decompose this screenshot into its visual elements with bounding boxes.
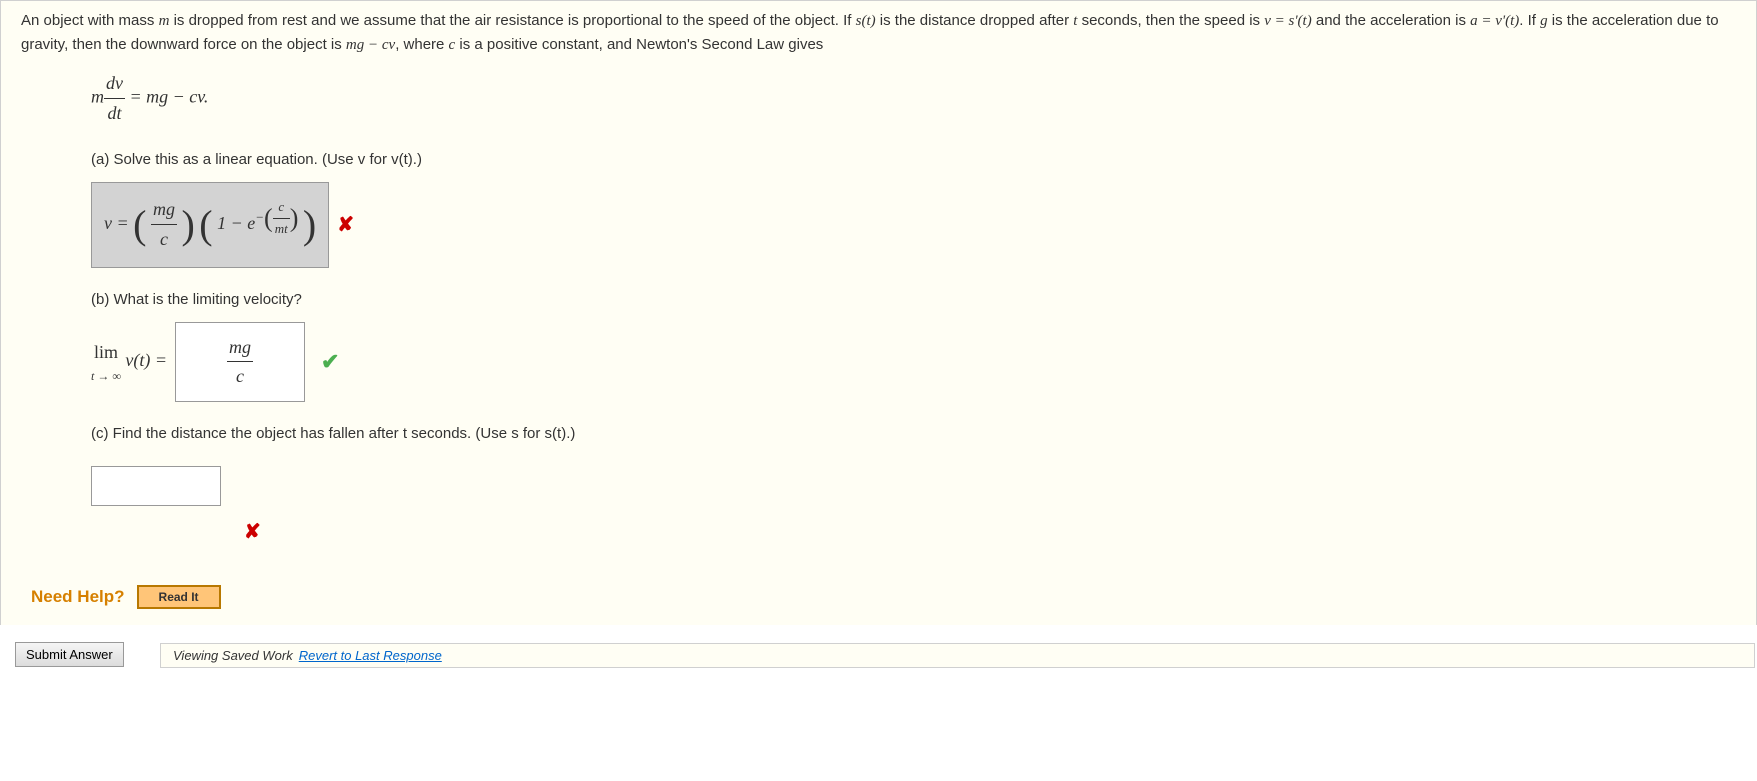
lim: lim bbox=[91, 338, 121, 367]
problem-intro: An object with mass m is dropped from re… bbox=[21, 9, 1736, 57]
rparen: ) bbox=[181, 202, 194, 247]
content-body: mdvdt = mg − cv. (a) Solve this as a lin… bbox=[91, 69, 1736, 548]
text: , where bbox=[395, 36, 448, 53]
part-a-answer-row: v = ( mg c ) ( 1 − e−(cmt) ) ✘ bbox=[91, 182, 1736, 268]
need-help-section: Need Help? Read It bbox=[31, 583, 1736, 610]
one-minus-e: 1 − e bbox=[217, 213, 255, 233]
lim-sub: t → ∞ bbox=[91, 367, 121, 386]
rparen2: ) bbox=[303, 202, 316, 247]
lparen2: ( bbox=[199, 202, 212, 247]
fraction-mg-c-b: mg c bbox=[227, 333, 253, 392]
text: is dropped from rest and we assume that … bbox=[169, 12, 855, 29]
text: An object with mass bbox=[21, 12, 159, 29]
eq-v: v = s'(t) bbox=[1264, 13, 1311, 29]
part-c-feedback: ✘ bbox=[236, 516, 1736, 548]
text: seconds, then the speed is bbox=[1077, 12, 1264, 29]
eq-rhs: = mg − cv. bbox=[125, 86, 208, 106]
part-a-answer-box[interactable]: v = ( mg c ) ( 1 − e−(cmt) ) bbox=[91, 182, 329, 268]
text: is a positive constant, and Newton's Sec… bbox=[455, 36, 823, 53]
exp-den: mt bbox=[273, 219, 290, 240]
den: dt bbox=[104, 99, 125, 128]
bottom-section: Viewing Saved Work Revert to Last Respon… bbox=[0, 643, 1757, 672]
wrong-icon: ✘ bbox=[337, 209, 354, 241]
v-equals: v = bbox=[104, 213, 133, 233]
vt-eq: v(t) = bbox=[125, 350, 167, 370]
var-st: s(t) bbox=[856, 13, 876, 29]
part-a-label: (a) Solve this as a linear equation. (Us… bbox=[91, 148, 1736, 172]
revert-link[interactable]: Revert to Last Response bbox=[299, 648, 442, 663]
saved-work-text: Viewing Saved Work bbox=[173, 648, 293, 663]
need-help-label: Need Help? bbox=[31, 583, 125, 610]
lparen: ( bbox=[133, 202, 146, 247]
var-g: g bbox=[1540, 13, 1548, 29]
den: c bbox=[227, 362, 253, 391]
text: . If bbox=[1519, 12, 1540, 29]
eq-a: a = v'(t) bbox=[1470, 13, 1519, 29]
text: and the acceleration is bbox=[1312, 12, 1470, 29]
part-b-label: (b) What is the limiting velocity? bbox=[91, 288, 1736, 312]
part-b-answer-row: lim t → ∞ v(t) = mg c ✔ bbox=[91, 322, 1736, 403]
text: is the distance dropped after bbox=[876, 12, 1074, 29]
part-c-label: (c) Find the distance the object has fal… bbox=[91, 422, 1736, 446]
fraction-dv-dt: dvdt bbox=[104, 69, 125, 128]
num: dv bbox=[104, 69, 125, 99]
wrong-icon: ✘ bbox=[244, 521, 261, 543]
fraction-mg-c: mg c bbox=[151, 195, 177, 254]
exp-num: c bbox=[273, 197, 290, 219]
limit-expression: lim t → ∞ v(t) = bbox=[91, 338, 167, 386]
correct-icon: ✔ bbox=[321, 344, 339, 379]
submit-answer-button[interactable]: Submit Answer bbox=[15, 642, 124, 667]
part-c-answer-row bbox=[91, 456, 1736, 516]
eq-force: mg − cv bbox=[346, 37, 395, 53]
var-m: m bbox=[159, 13, 170, 29]
num: mg bbox=[227, 333, 253, 363]
read-it-button[interactable]: Read It bbox=[137, 585, 221, 609]
den: c bbox=[151, 225, 177, 254]
part-c-answer-box[interactable] bbox=[91, 466, 221, 506]
main-equation: mdvdt = mg − cv. bbox=[91, 69, 1736, 128]
exponent: −(cmt) bbox=[255, 197, 298, 240]
part-b-answer-box[interactable]: mg c bbox=[175, 322, 305, 403]
problem-container: An object with mass m is dropped from re… bbox=[0, 0, 1757, 625]
eq-m: m bbox=[91, 86, 104, 106]
num: mg bbox=[151, 195, 177, 225]
